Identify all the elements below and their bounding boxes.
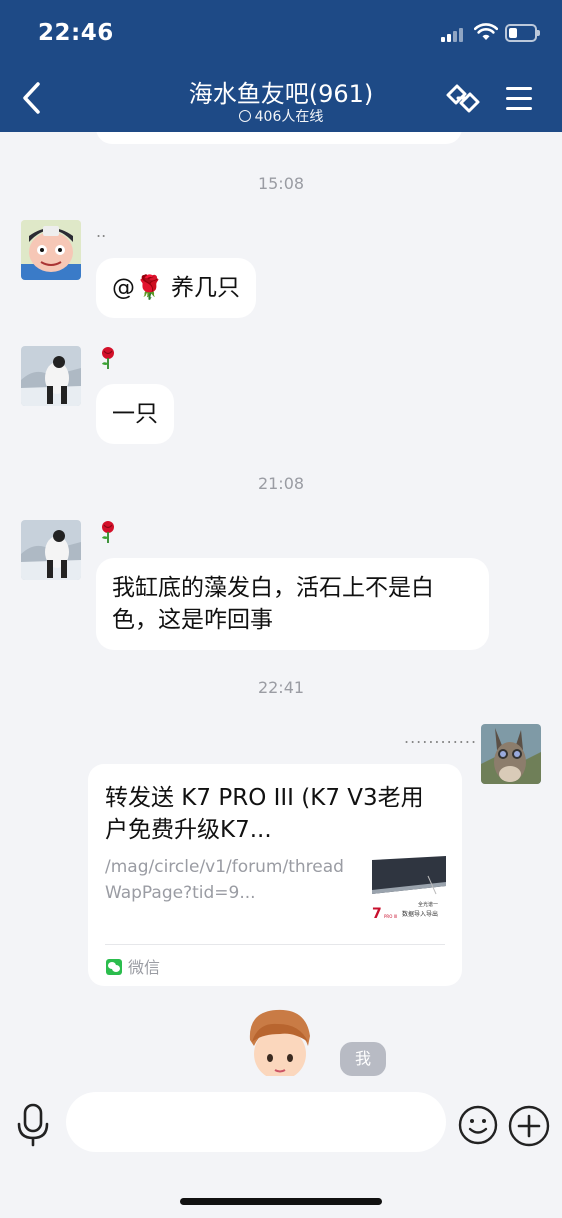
message-bubble[interactable]: 一只 [96, 384, 174, 444]
chat-area[interactable]: 15:08 .. @🌹 养几只 一只 21:08 我缸底的藻发白，活石上不是白色… [0, 132, 562, 1076]
thumbnail-brand: 7 [372, 906, 382, 922]
home-indicator [180, 1198, 382, 1205]
emoji-icon[interactable] [458, 1105, 498, 1145]
status-time: 22:46 [38, 20, 114, 46]
cartoon-avatar-icon [21, 220, 81, 280]
sender-nickname: ............ [404, 728, 478, 747]
photo-avatar-icon [21, 520, 81, 580]
thumbnail-caption-line-2: 数据导入导出 [402, 910, 438, 918]
message-bubble[interactable]: @🌹 养几只 [96, 258, 256, 318]
sender-nickname: .. [96, 222, 107, 241]
message-input[interactable] [66, 1092, 446, 1152]
link-card-url: /mag/circle/v1/forum/threadWapPage?tid=9… [105, 857, 344, 903]
link-card-source-label: 微信 [128, 958, 161, 977]
thumbnail-caption-line-1: 全光谱一 [418, 901, 438, 908]
share-link-icon[interactable] [444, 82, 482, 116]
donkey-avatar-icon [481, 724, 541, 784]
message-text: @🌹 养几只 [112, 275, 240, 301]
product-thumbnail-icon: 7 PRO III 全光谱一 数据导入导出 [372, 856, 446, 926]
wifi-icon [474, 23, 498, 40]
message-timestamp: 22:41 [257, 678, 305, 697]
menu-icon[interactable] [504, 84, 534, 114]
cartoon-boy-sticker-icon [249, 1009, 310, 1076]
message-timestamp: 21:08 [257, 474, 305, 493]
link-card-thumbnail: 7 PRO III 全光谱一 数据导入导出 [372, 856, 446, 926]
input-bar [0, 1076, 562, 1218]
microphone-icon[interactable] [14, 1102, 52, 1148]
link-card-source: 微信 [106, 954, 160, 978]
thumbnail-model: PRO III [384, 914, 397, 919]
sticker-image[interactable] [242, 1006, 316, 1076]
avatar[interactable] [21, 220, 81, 280]
me-badge: 我 [340, 1042, 386, 1076]
previous-message-bubble [96, 132, 462, 144]
link-card-title: 转发送 K7 PRO III (K7 V3老用户免费升级K7... [105, 785, 424, 843]
message-text: 一只 [112, 401, 158, 427]
message-timestamp: 15:08 [257, 174, 305, 193]
message-bubble[interactable]: 我缸底的藻发白，活石上不是白色，这是咋回事 [96, 558, 489, 650]
shared-link-card[interactable]: 转发送 K7 PRO III (K7 V3老用户免费升级K7... /mag/c… [88, 764, 462, 986]
online-count-text: 406人在线 [254, 109, 324, 125]
message-text: 我缸底的藻发白，活石上不是白色，这是咋回事 [112, 575, 434, 633]
rose-emoji-icon [102, 347, 114, 369]
plus-icon[interactable] [508, 1105, 550, 1147]
avatar[interactable] [481, 724, 541, 784]
online-clock-icon [238, 110, 251, 122]
photo-avatar-icon [21, 346, 81, 406]
card-divider [105, 944, 445, 945]
battery-icon [505, 24, 540, 42]
avatar[interactable] [21, 346, 81, 406]
cellular-signal-icon [441, 26, 467, 42]
avatar[interactable] [21, 520, 81, 580]
wechat-icon [106, 959, 122, 975]
rose-emoji-icon [102, 521, 114, 543]
top-header: 22:46 海水鱼友吧(961) 406人在线 [0, 0, 562, 132]
